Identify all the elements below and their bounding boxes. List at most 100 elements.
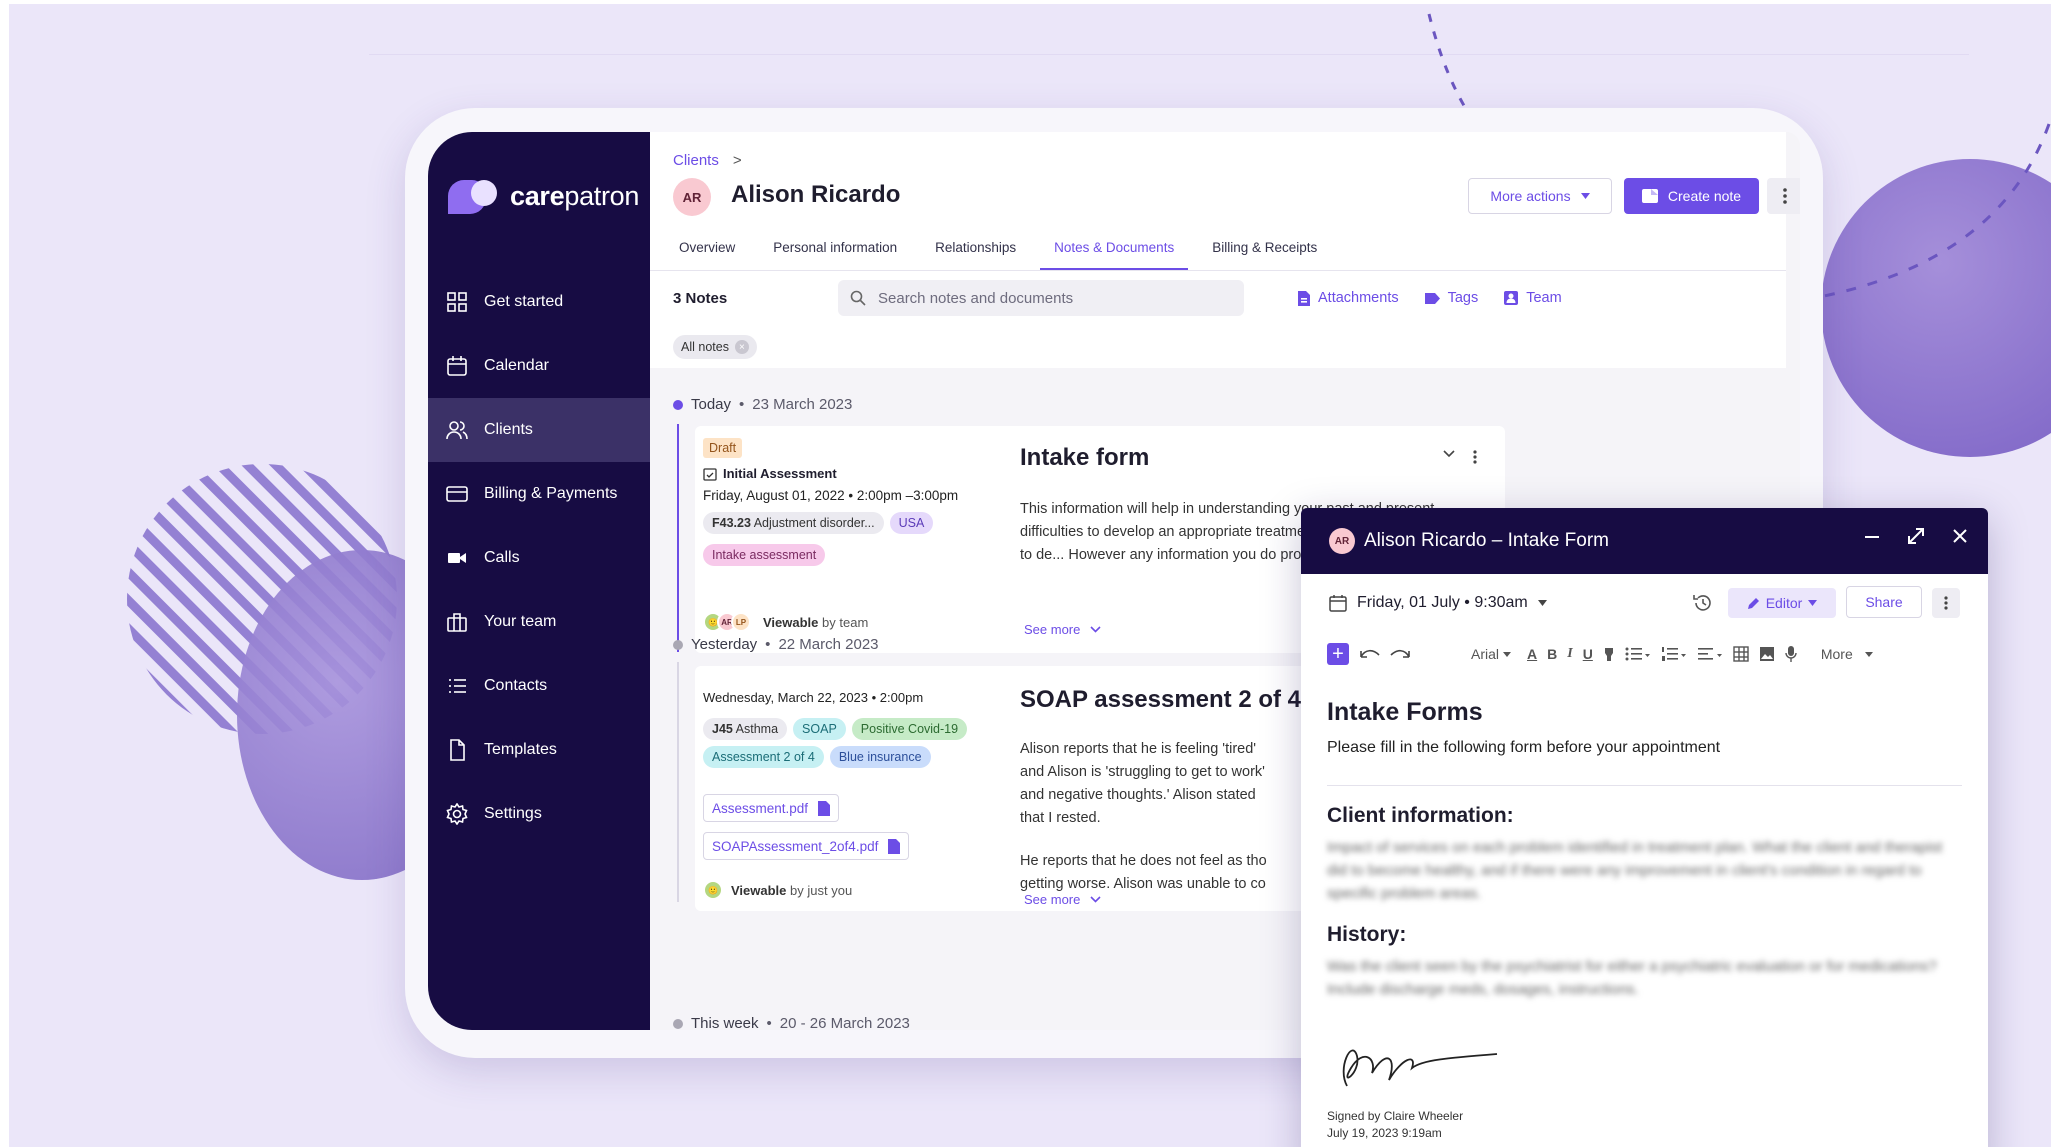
tab-personal-information[interactable]: Personal information (759, 228, 911, 268)
see-more-link[interactable]: See more (1024, 892, 1101, 907)
decorative-line (369, 54, 1969, 55)
breadcrumb-clients-link[interactable]: Clients (673, 152, 719, 169)
popup-meta-row: Friday, 01 July • 9:30am Editor Share (1301, 574, 1988, 632)
background: carepatron Get started Calendar Clients (9, 4, 2051, 1147)
client-tabs: Overview Personal information Relationsh… (665, 228, 1341, 270)
font-select[interactable]: Arial (1471, 646, 1512, 662)
minimize-icon[interactable] (1864, 528, 1880, 544)
text-color-button[interactable]: A (1527, 646, 1537, 662)
card-icon (446, 486, 468, 502)
kebab-icon[interactable] (1473, 450, 1477, 464)
section-heading: History: (1327, 923, 1407, 946)
attachments-link[interactable]: Attachments (1298, 290, 1399, 306)
sidebar-item-calendar[interactable]: Calendar (428, 334, 650, 398)
attachment-file[interactable]: Assessment.pdf (703, 794, 840, 822)
insert-button[interactable]: + (1327, 643, 1349, 665)
sidebar: carepatron Get started Calendar Clients (428, 132, 650, 1030)
image-button[interactable] (1759, 646, 1775, 662)
create-note-button[interactable]: Create note (1624, 178, 1759, 214)
editor-mode-button[interactable]: Editor (1728, 588, 1836, 618)
note-editor-popup: AR Alison Ricardo – Intake Form Friday, … (1301, 508, 1988, 1147)
close-icon[interactable] (1952, 528, 1968, 544)
sidebar-item-label: Clients (484, 421, 533, 438)
see-more-link[interactable]: See more (1024, 622, 1101, 637)
avatar: 🙂 (703, 880, 723, 900)
chevron-down-icon[interactable] (1443, 450, 1455, 458)
sidebar-item-get-started[interactable]: Get started (428, 270, 650, 334)
tab-notes-documents[interactable]: Notes & Documents (1040, 228, 1189, 270)
search-input[interactable]: Search notes and documents (838, 280, 1244, 316)
purple-circle-decoration (1821, 159, 2051, 457)
note-document[interactable]: Intake Forms Please fill in the followin… (1327, 698, 1962, 1001)
header-kebab-menu[interactable] (1767, 178, 1800, 214)
attachment-file[interactable]: SOAPAssessment_2of4.pdf (703, 832, 910, 860)
sidebar-item-billing[interactable]: Billing & Payments (428, 462, 650, 526)
avatar-group: 🙂 AR LP (703, 612, 751, 632)
tag-chip[interactable]: Blue insurance (829, 746, 931, 768)
tag-chip[interactable]: Intake assessment (703, 544, 826, 566)
more-actions-button[interactable]: More actions (1468, 178, 1612, 214)
document-title: Intake Forms (1327, 698, 1483, 726)
tab-overview[interactable]: Overview (665, 228, 749, 268)
calendar-icon (447, 356, 467, 376)
remove-filter-icon[interactable]: × (734, 340, 749, 354)
client-name: Alison Ricardo (731, 181, 901, 208)
more-tools-button[interactable]: More (1821, 646, 1873, 662)
share-button[interactable]: Share (1846, 586, 1922, 618)
timeline-dot (673, 1018, 683, 1029)
client-header: Clients > AR Alison Ricardo More actions … (650, 132, 1800, 368)
chevron-down-icon (1090, 626, 1101, 633)
timeline-date-today: Today • 23 March 2023 (673, 396, 852, 413)
notes-links: Attachments Tags Team (1298, 290, 1562, 306)
document-intro: Please fill in the following form before… (1327, 739, 1721, 756)
expand-icon[interactable] (1906, 526, 1926, 546)
microphone-button[interactable] (1785, 646, 1797, 662)
all-notes-filter-chip[interactable]: All notes × (673, 335, 757, 359)
striped-circle-decoration (127, 464, 397, 734)
caret-down-icon (1537, 600, 1547, 606)
align-button[interactable] (1697, 647, 1723, 661)
carepatron-logo[interactable]: carepatron (444, 176, 639, 216)
tab-billing-receipts[interactable]: Billing & Receipts (1198, 228, 1331, 268)
diagnosis-chip[interactable]: J45 Asthma (703, 718, 788, 740)
timeline-dot (673, 399, 683, 410)
sidebar-item-clients[interactable]: Clients (428, 398, 650, 462)
section-body: Impact of services on each problem ident… (1327, 839, 1943, 902)
diagnosis-chip[interactable]: F43.23 Adjustment disorder... (703, 512, 884, 534)
editor-toolbar: + Arial A B I U More (1301, 632, 1988, 676)
sidebar-item-templates[interactable]: Templates (428, 718, 650, 782)
numbered-list-button[interactable] (1661, 647, 1687, 661)
sidebar-item-settings[interactable]: Settings (428, 782, 650, 846)
sidebar-item-your-team[interactable]: Your team (428, 590, 650, 654)
bold-button[interactable]: B (1547, 646, 1557, 662)
tab-relationships[interactable]: Relationships (921, 228, 1030, 268)
chevron-down-icon (1090, 896, 1101, 903)
tag-chip[interactable]: Positive Covid-19 (851, 718, 968, 740)
tag-chip[interactable]: SOAP (793, 718, 846, 740)
tags-link[interactable]: Tags (1424, 290, 1478, 306)
popup-titlebar: AR Alison Ricardo – Intake Form (1301, 508, 1988, 574)
team-icon (447, 613, 467, 632)
history-icon[interactable] (1692, 592, 1714, 614)
sidebar-item-calls[interactable]: Calls (428, 526, 650, 590)
highlight-button[interactable] (1603, 646, 1615, 662)
sidebar-item-contacts[interactable]: Contacts (428, 654, 650, 718)
italic-button[interactable]: I (1567, 646, 1572, 662)
tag-chip[interactable]: USA (889, 512, 934, 534)
table-button[interactable] (1733, 646, 1749, 662)
users-icon (446, 421, 468, 440)
client-avatar: AR (673, 178, 711, 216)
team-link[interactable]: Team (1504, 290, 1562, 306)
underline-button[interactable]: U (1583, 646, 1593, 662)
bullet-list-button[interactable] (1625, 647, 1651, 661)
plus-icon: + (1327, 643, 1349, 665)
calendar-check-icon (703, 467, 717, 481)
chevron-right-icon: > (732, 152, 742, 169)
list-icon (449, 679, 466, 693)
note-date-picker[interactable]: Friday, 01 July • 9:30am (1329, 594, 1547, 612)
undo-redo[interactable] (1359, 647, 1411, 661)
tag-chip[interactable]: Assessment 2 of 4 (703, 746, 824, 768)
attachment-file-icon (1298, 290, 1310, 306)
file-icon (450, 739, 465, 761)
popup-kebab-menu[interactable] (1932, 588, 1960, 618)
